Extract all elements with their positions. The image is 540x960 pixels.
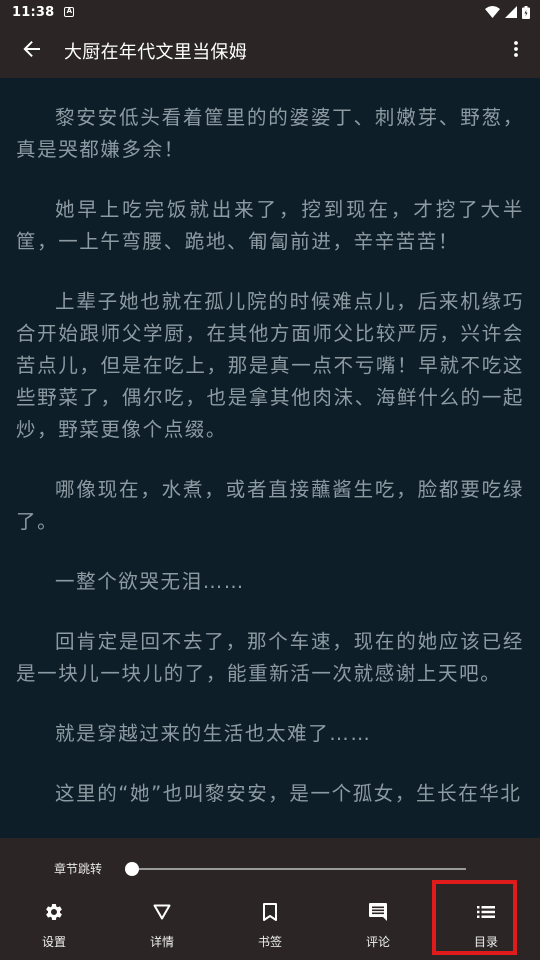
status-time: 11:38 (12, 4, 55, 20)
chapter-jump-label: 章节跳转 (54, 862, 103, 876)
tab-comments-label: 评论 (365, 935, 390, 949)
tab-comments[interactable]: 评论 (324, 898, 432, 960)
tab-details[interactable]: 详情 (108, 898, 216, 960)
tab-settings-label: 设置 (41, 935, 66, 949)
bottom-menu-panel: 章节跳转 设置 详情 书签 评论 目录 (0, 838, 540, 960)
paragraph: 回肯定是回不去了，那个车速，现在的她应该已经是一块儿一块儿的了，能重新活一次就感… (16, 630, 524, 685)
comment-icon (368, 900, 388, 924)
a-notification-icon: A (64, 7, 75, 17)
paragraph: 上辈子她也就在孤儿院的时候难点儿，后来机缘巧合开始跟师父学厨，在其他方面师父比较… (16, 290, 524, 441)
tab-settings[interactable]: 设置 (0, 898, 108, 960)
paragraph: 哪像现在，水煮，或者直接蘸酱生吃，脸都要吃绿了。 (16, 478, 524, 533)
arrow-back-icon (23, 40, 41, 62)
bookmark-icon (263, 900, 277, 924)
tab-catalog[interactable]: 目录 (432, 898, 540, 960)
more-options-button[interactable] (492, 24, 540, 78)
tab-bookmark[interactable]: 书签 (216, 898, 324, 960)
bottom-tabs: 设置 详情 书签 评论 目录 (0, 898, 540, 960)
tab-catalog-label: 目录 (473, 935, 498, 949)
signal-icon (505, 6, 517, 18)
status-bar: 11:38 A (0, 0, 540, 24)
chapter-jump-row: 章节跳转 (0, 838, 540, 898)
list-icon (477, 900, 495, 924)
app-bar: 大厨在年代文里当保姆 (0, 24, 540, 78)
chapter-slider-thumb[interactable] (125, 862, 139, 876)
paragraph: 就是穿越过来的生活也太难了…… (55, 722, 372, 745)
chapter-slider-track[interactable] (132, 868, 466, 870)
battery-icon (522, 5, 530, 19)
triangle-down-icon (153, 900, 171, 924)
paragraph: 她早上吃完饭就出来了，挖到现在，才挖了大半筐，一上午弯腰、跪地、匍匐前进，辛辛苦… (16, 198, 524, 253)
paragraph: 一整个欲哭无泪…… (55, 570, 245, 593)
wifi-icon (485, 6, 500, 18)
gear-icon (44, 900, 64, 924)
status-icons (485, 5, 530, 19)
tab-bookmark-label: 书签 (257, 935, 282, 949)
back-button[interactable] (0, 24, 64, 78)
tab-details-label: 详情 (149, 935, 174, 949)
book-title: 大厨在年代文里当保姆 (64, 42, 247, 63)
more-vert-icon (514, 41, 518, 61)
reader-content[interactable]: 黎安安低头看着筐里的的婆婆丁、刺嫩芽、野葱，真是哭都嫌多余！ 她早上吃完饭就出来… (0, 78, 540, 838)
paragraph: 这里的“她”也叫黎安安，是一个孤女，生长在华北 (55, 782, 522, 805)
paragraph: 黎安安低头看着筐里的的婆婆丁、刺嫩芽、野葱，真是哭都嫌多余！ (16, 106, 524, 161)
